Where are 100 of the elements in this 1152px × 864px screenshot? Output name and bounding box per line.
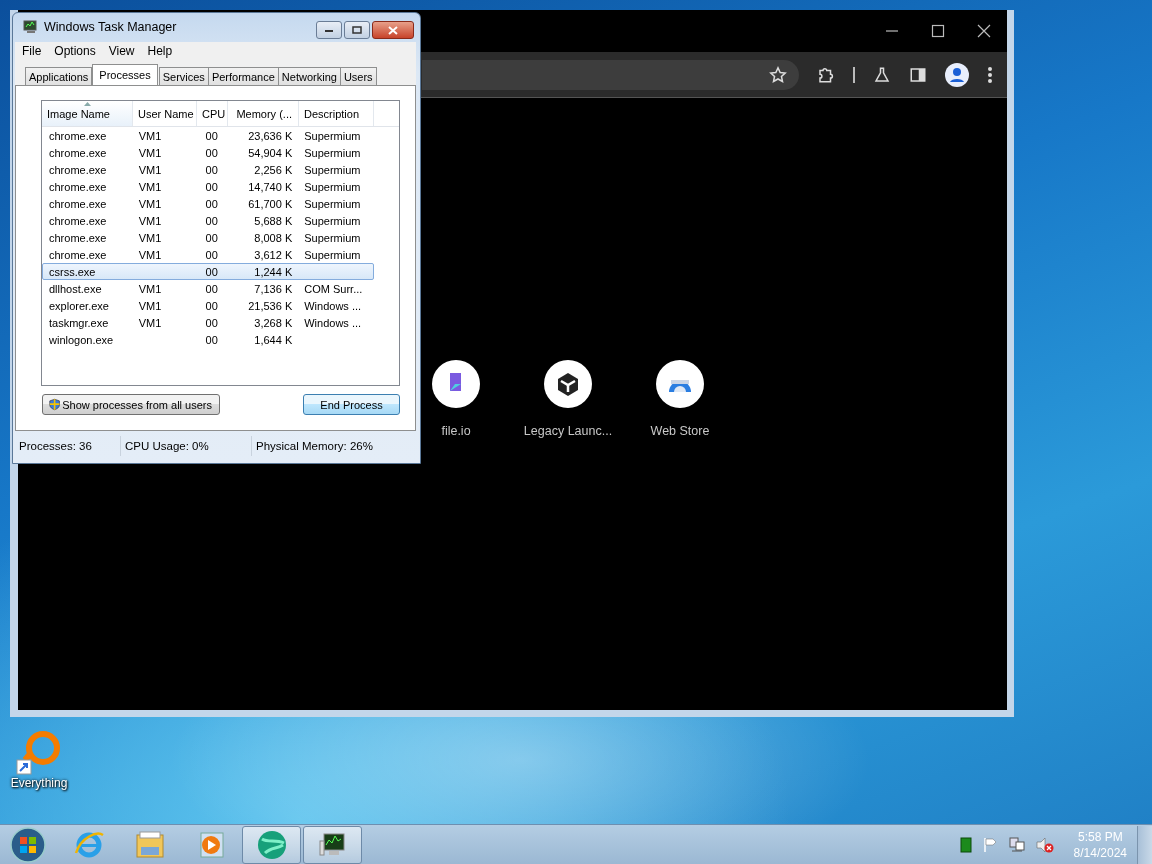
cube-icon [544, 360, 592, 408]
table-cell-text: 1,644 K [253, 332, 294, 348]
process-row[interactable]: dllhost.exe VM1 00 7,136 K COM Surr... [42, 280, 374, 298]
process-row[interactable]: chrome.exe VM1 00 2,256 K Supermium [42, 161, 374, 179]
shortcut-label: Legacy Launc... [523, 424, 613, 438]
table-cell-text: 2,256 K [253, 162, 294, 178]
table-cell-text: 00 [204, 230, 219, 246]
table-cell-text: chrome.exe [48, 179, 108, 195]
column-header[interactable]: Description [299, 101, 374, 127]
sort-arrow-icon [84, 102, 91, 107]
table-cell-text: chrome.exe [48, 128, 108, 144]
process-row[interactable]: chrome.exe VM1 00 3,612 K Supermium [42, 246, 374, 264]
table-cell-text: Supermium [303, 213, 362, 229]
table-cell-text: 00 [204, 179, 219, 195]
end-process-button[interactable]: End Process [303, 394, 400, 416]
menu-item[interactable]: Options [47, 43, 102, 58]
monitor-icon [23, 20, 39, 35]
taskbar-button[interactable] [303, 825, 362, 864]
table-cell-text: 00 [204, 247, 219, 263]
table-cell-text: VM1 [137, 128, 163, 144]
table-cell-text: Supermium [303, 196, 362, 212]
status-text: Physical Memory: 26% [255, 439, 374, 455]
tab[interactable]: Applications [25, 67, 93, 86]
table-cell-text: 00 [204, 128, 219, 144]
icon-label: Everything [10, 776, 68, 790]
table-cell-text: 00 [204, 281, 219, 297]
menu-item[interactable]: Help [140, 43, 179, 58]
maximize-icon [352, 26, 362, 34]
close-icon [977, 24, 991, 38]
process-row[interactable]: csrss.exe 00 1,244 K [42, 263, 374, 281]
column-header[interactable]: Memory (... [228, 101, 299, 127]
table-cell-text: csrss.exe [48, 264, 97, 280]
process-row[interactable]: taskmgr.exe VM1 00 3,268 K Windows ... [42, 314, 374, 332]
process-row[interactable]: chrome.exe VM1 00 54,904 K Supermium [42, 144, 374, 162]
show-all-users-button[interactable]: Show processes from all users [42, 394, 220, 416]
side-panel-icon[interactable] [909, 65, 927, 84]
tab[interactable]: Processes [92, 64, 158, 86]
clock-time: 5:58 PM [1077, 828, 1123, 845]
tab[interactable]: Users [339, 67, 377, 86]
start-button[interactable] [9, 825, 47, 864]
table-cell-text: 7,136 K [253, 281, 294, 297]
tray-app-icon[interactable] [959, 836, 972, 853]
table-cell-text: Supermium [303, 128, 362, 144]
status-text: CPU Usage: 0% [121, 436, 252, 457]
avatar-icon[interactable] [945, 62, 969, 87]
menu-item[interactable]: View [101, 43, 141, 58]
maximize-icon [931, 24, 945, 38]
table-cell-text: VM1 [137, 196, 163, 212]
folder-icon [133, 828, 166, 861]
shortcut-label: file.io [441, 424, 471, 438]
process-row[interactable]: chrome.exe VM1 00 23,636 K Supermium [42, 127, 374, 145]
table-cell-text: VM1 [137, 213, 163, 229]
minimize-button[interactable] [316, 21, 342, 39]
table-cell-text: 3,612 K [253, 247, 294, 263]
table-cell-text: chrome.exe [48, 247, 108, 263]
table-cell-text: 23,636 K [247, 128, 294, 144]
shield-icon [49, 397, 61, 413]
table-cell-text: chrome.exe [48, 145, 108, 161]
column-header[interactable]: User Name [133, 101, 197, 127]
menu-item[interactable]: File [15, 43, 48, 58]
process-row[interactable]: explorer.exe VM1 00 21,536 K Windows ... [42, 297, 374, 315]
table-cell-text: chrome.exe [48, 196, 108, 212]
table-cell-text: Supermium [303, 179, 362, 195]
network-icon[interactable] [1007, 836, 1026, 853]
process-row[interactable]: chrome.exe VM1 00 61,700 K Supermium [42, 195, 374, 213]
maximize-button[interactable] [344, 21, 370, 39]
table-cell-text: Windows ... [303, 298, 363, 314]
muted-speaker-icon[interactable] [1035, 836, 1054, 853]
table-cell-text: Supermium [303, 162, 362, 178]
tab[interactable]: Networking [277, 67, 341, 86]
column-header[interactable]: Image Name [42, 101, 133, 127]
table-cell-text: Supermium [303, 230, 362, 246]
table-cell-text: 3,268 K [253, 315, 294, 331]
flask-icon[interactable] [873, 65, 891, 84]
window-title: Windows Task Manager [44, 20, 178, 35]
table-cell-text: 00 [204, 332, 219, 348]
status-text: Processes: 36 [15, 436, 121, 457]
tab[interactable]: Performance [207, 67, 279, 86]
close-icon [388, 25, 398, 35]
globe-icon [255, 828, 288, 861]
tab[interactable]: Services [158, 67, 209, 86]
star-icon[interactable] [769, 65, 787, 84]
table-cell-text: 00 [204, 315, 219, 331]
table-cell-text: Supermium [303, 247, 362, 263]
table-cell-text: explorer.exe [48, 298, 110, 314]
process-row[interactable]: chrome.exe VM1 00 14,740 K Supermium [42, 178, 374, 196]
process-row[interactable]: winlogon.exe 00 1,644 K [42, 331, 374, 349]
table-cell-text: COM Surr... [303, 281, 364, 297]
close-button[interactable] [372, 21, 414, 39]
menu-icon[interactable] [987, 65, 993, 84]
table-cell-text: chrome.exe [48, 213, 108, 229]
table-cell-text: 61,700 K [247, 196, 294, 212]
process-row[interactable]: chrome.exe VM1 00 5,688 K Supermium [42, 212, 374, 230]
process-row[interactable]: chrome.exe VM1 00 8,008 K Supermium [42, 229, 374, 247]
column-header[interactable]: CPU [197, 101, 228, 127]
table-cell-text: VM1 [137, 162, 163, 178]
bookmark-logo-icon [432, 360, 480, 408]
table-cell-text: 00 [204, 213, 219, 229]
table-cell-text: winlogon.exe [48, 332, 115, 348]
puzzle-icon[interactable] [817, 65, 835, 84]
